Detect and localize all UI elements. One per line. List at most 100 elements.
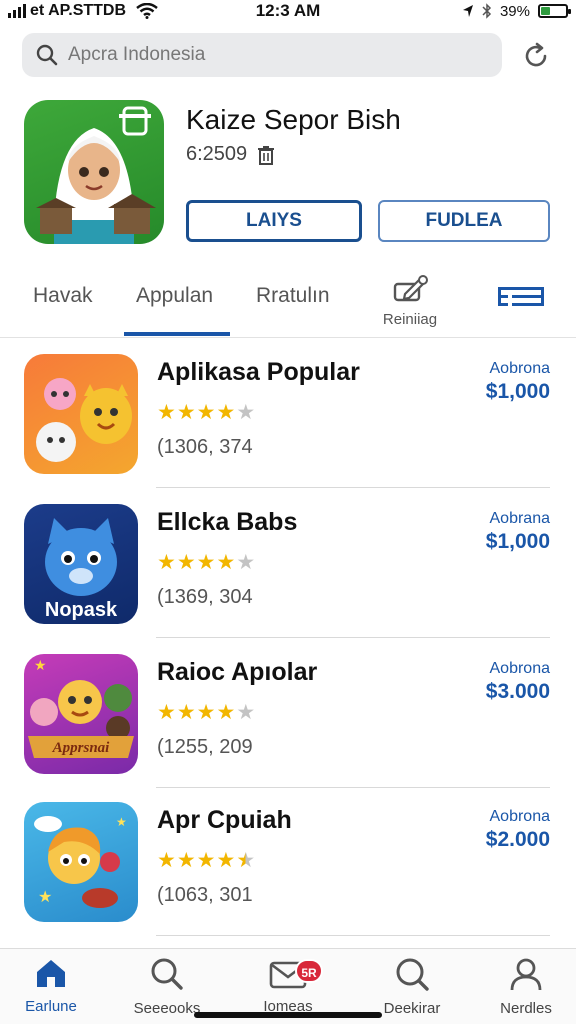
- cartoon-kid-illustration: ★ ★: [34, 815, 127, 908]
- refresh-icon: [525, 42, 547, 67]
- app-name: Ellcka Babs: [157, 508, 298, 536]
- review-count: (1369, 304: [157, 586, 253, 608]
- star-filled-icon: ★: [196, 849, 216, 872]
- app-name: Aplikasa Popular: [157, 358, 360, 386]
- divider: [156, 487, 550, 488]
- icon-wordmark: Nopask: [45, 599, 118, 621]
- home-indicator[interactable]: [194, 1012, 382, 1018]
- primary-action-button[interactable]: LAIYS: [186, 200, 362, 242]
- star-filled-icon: ★: [176, 551, 196, 574]
- nav-label: Earlune: [25, 998, 77, 1015]
- list-item[interactable]: Aplikasa Popular ★ ★ ★ ★ ★ (1306, 374 Aobron…: [0, 340, 576, 488]
- app-icon-aplikasa[interactable]: [24, 354, 138, 474]
- category-tabs: Havak Appulan Rratulın Reiniiag: [0, 270, 576, 338]
- nav-item-search[interactable]: Seeeooks: [112, 957, 222, 1017]
- star-empty-icon: ★: [236, 701, 256, 724]
- status-right: 39%: [462, 0, 571, 22]
- list-icon: [498, 287, 544, 306]
- search-icon: [36, 44, 58, 66]
- star-filled-icon: ★: [196, 401, 216, 424]
- list-item[interactable]: ★ ★ Apr Cpuiah ★ ★ ★ ★ ★ (1063, 301 Aobrona …: [0, 788, 576, 936]
- battery-icon: [538, 4, 571, 18]
- bluetooth-icon: [482, 3, 492, 19]
- search-input[interactable]: [68, 44, 488, 66]
- app-icon-raioc[interactable]: Apprsnai ★: [24, 654, 138, 774]
- star-filled-icon: ★: [196, 551, 216, 574]
- star-filled-icon: ★: [216, 551, 236, 574]
- person-icon: [510, 958, 542, 991]
- featured-app-version: 6:2509: [186, 143, 248, 165]
- search-bar[interactable]: [22, 33, 502, 77]
- price-label: Aobrana: [489, 510, 551, 527]
- nav-item-profile[interactable]: Nerdles: [471, 957, 576, 1017]
- star-filled-icon: ★: [216, 849, 236, 872]
- notification-badge: 5R: [295, 959, 323, 983]
- tab-appulan[interactable]: Appulan: [136, 284, 213, 308]
- blue-cat-illustration: Nopask: [45, 518, 118, 621]
- star-filled-icon: ★: [196, 701, 216, 724]
- search-icon: [151, 958, 183, 990]
- home-icon: [37, 960, 65, 987]
- star-filled-icon: ★: [157, 849, 176, 872]
- nav-label: Nerdles: [500, 1000, 552, 1017]
- star-filled-icon: ★: [157, 551, 176, 574]
- cartoon-characters-illustration: [36, 378, 132, 462]
- svg-text:★: ★: [38, 889, 52, 906]
- star-half-icon: ★: [236, 849, 256, 872]
- tab-rratulin[interactable]: Rratulın: [256, 284, 330, 308]
- review-count: (1255, 209: [157, 736, 253, 758]
- star-rating: ★ ★ ★ ★ ★: [157, 552, 255, 574]
- review-count: (1306, 374: [157, 436, 253, 458]
- featured-app-title: Kaize Sepor Bish: [186, 104, 401, 135]
- avatar-illustration: [36, 106, 156, 244]
- star-filled-icon: ★: [216, 701, 236, 724]
- list-item[interactable]: Nopask Ellcka Babs ★ ★ ★ ★ ★ (1369, 304 Aobr…: [0, 490, 576, 638]
- svg-text:★: ★: [34, 657, 47, 673]
- svg-text:★: ★: [116, 815, 127, 829]
- price-label: Aobrona: [489, 360, 551, 377]
- divider: [156, 637, 550, 638]
- price-value[interactable]: $1,000: [486, 380, 550, 404]
- price-value[interactable]: $1,000: [486, 530, 550, 554]
- price-label: Aobrona: [489, 660, 551, 677]
- tab-havak[interactable]: Havak: [33, 284, 93, 308]
- battery-level: [541, 7, 551, 15]
- refresh-button[interactable]: [516, 36, 556, 76]
- price-value[interactable]: $3.000: [486, 680, 550, 704]
- divider: [156, 935, 550, 936]
- nav-item-home[interactable]: Earlune: [0, 957, 106, 1015]
- star-filled-icon: ★: [176, 849, 196, 872]
- featured-app-icon[interactable]: [24, 100, 164, 244]
- review-count: (1063, 301: [157, 884, 253, 906]
- location-icon: [462, 5, 473, 17]
- star-filled-icon: ★: [157, 701, 176, 724]
- star-filled-icon: ★: [176, 701, 196, 724]
- tab-reiniiag-label: Reiniiag: [382, 311, 438, 328]
- nav-item-inbox[interactable]: 5R Iomeas: [233, 957, 343, 1015]
- app-name: Raioc Apıolar: [157, 658, 318, 686]
- icon-wordmark: Apprsnai: [52, 740, 111, 756]
- list-item[interactable]: Apprsnai ★ Raioc Apıolar ★ ★ ★ ★ ★ (1255, 20…: [0, 640, 576, 788]
- tab-reiniiag[interactable]: Reiniiag: [380, 274, 440, 328]
- star-filled-icon: ★: [176, 401, 196, 424]
- status-bar: et AP.STTDB 12:3 AM 39%: [0, 0, 576, 24]
- app-icon-ellcka[interactable]: Nopask: [24, 504, 138, 624]
- star-empty-icon: ★: [236, 401, 256, 424]
- cartoon-friends-illustration: Apprsnai ★: [28, 657, 134, 758]
- battery-percent: 39%: [499, 2, 530, 20]
- featured-app-subtitle: 6:2509: [186, 143, 275, 166]
- secondary-action-button[interactable]: FUDLEA: [378, 200, 550, 242]
- trash-icon[interactable]: [257, 145, 275, 165]
- nav-item-discover[interactable]: Deekirar: [357, 957, 467, 1017]
- star-filled-icon: ★: [157, 401, 176, 424]
- star-filled-icon: ★: [216, 401, 236, 424]
- search-icon: [396, 958, 429, 991]
- star-rating: ★ ★ ★ ★ ★: [157, 402, 255, 424]
- app-name: Apr Cpuiah: [157, 806, 292, 834]
- price-value[interactable]: $2.000: [486, 828, 550, 852]
- list-view-button[interactable]: [498, 286, 544, 313]
- star-empty-icon: ★: [236, 551, 256, 574]
- star-rating: ★ ★ ★ ★ ★: [157, 702, 255, 724]
- active-tab-indicator: [124, 332, 230, 336]
- app-icon-apr-cpuiah[interactable]: ★ ★: [24, 802, 138, 922]
